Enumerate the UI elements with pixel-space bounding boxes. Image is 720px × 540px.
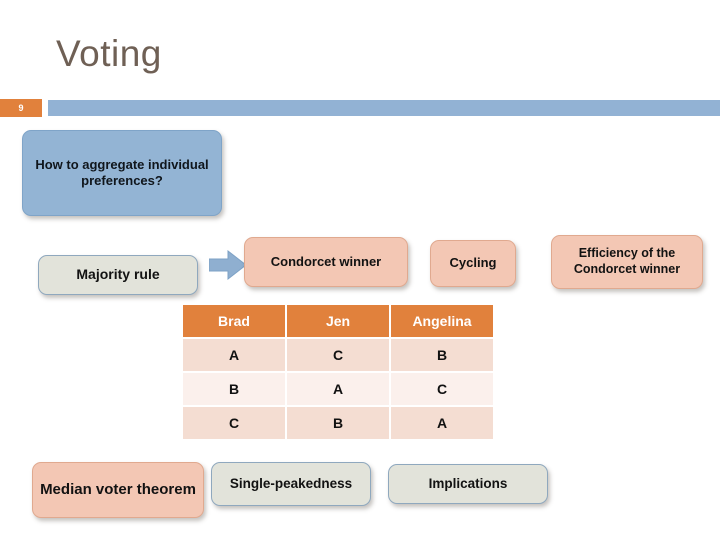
- node-how-to-aggregate[interactable]: How to aggregate individual preferences?: [22, 130, 222, 216]
- table-cell: C: [287, 339, 389, 371]
- node-majority-rule-label: Majority rule: [76, 266, 160, 283]
- right-arrow-icon: [209, 249, 247, 281]
- node-single-peakedness[interactable]: Single-peakedness: [211, 462, 371, 506]
- table-cell: A: [287, 373, 389, 405]
- node-how-to-aggregate-label: How to aggregate individual preferences?: [35, 156, 209, 188]
- node-condorcet-winner[interactable]: Condorcet winner: [244, 237, 408, 287]
- node-condorcet-winner-label: Condorcet winner: [270, 253, 382, 269]
- table-cell: A: [183, 339, 285, 371]
- table-header-cell: Brad: [183, 305, 285, 337]
- slide-number-text: 9: [18, 103, 24, 113]
- node-efficiency-condorcet-label: Efficiency of the Condorcet winner: [573, 246, 681, 276]
- table-row: B A C: [183, 373, 493, 405]
- page-title: Voting: [56, 33, 162, 74]
- table-cell: C: [391, 373, 493, 405]
- table-header-cell: Jen: [287, 305, 389, 337]
- node-implications-label: Implications: [428, 475, 508, 491]
- table-row: A C B: [183, 339, 493, 371]
- node-implications[interactable]: Implications: [388, 464, 548, 504]
- node-cycling[interactable]: Cycling: [430, 240, 516, 287]
- table-header-row: Brad Jen Angelina: [183, 305, 493, 337]
- title-divider-bar: [48, 100, 720, 116]
- node-majority-rule[interactable]: Majority rule: [38, 255, 198, 295]
- node-efficiency-condorcet[interactable]: Efficiency of the Condorcet winner: [551, 235, 703, 289]
- table-cell: B: [391, 339, 493, 371]
- preferences-table: Brad Jen Angelina A C B B A C C B A: [181, 303, 495, 441]
- node-single-peakedness-label: Single-peakedness: [229, 475, 353, 491]
- table-row: C B A: [183, 407, 493, 439]
- table-cell: C: [183, 407, 285, 439]
- node-median-voter-theorem-label: Median voter theorem: [40, 480, 196, 498]
- table-cell: A: [391, 407, 493, 439]
- slide-number-badge: 9: [0, 99, 42, 117]
- table-cell: B: [183, 373, 285, 405]
- node-median-voter-theorem[interactable]: Median voter theorem: [32, 462, 204, 518]
- table-header-cell: Angelina: [391, 305, 493, 337]
- slide-canvas: Voting 9 How to aggregate individual pre…: [0, 0, 720, 540]
- node-cycling-label: Cycling: [449, 255, 497, 271]
- table-cell: B: [287, 407, 389, 439]
